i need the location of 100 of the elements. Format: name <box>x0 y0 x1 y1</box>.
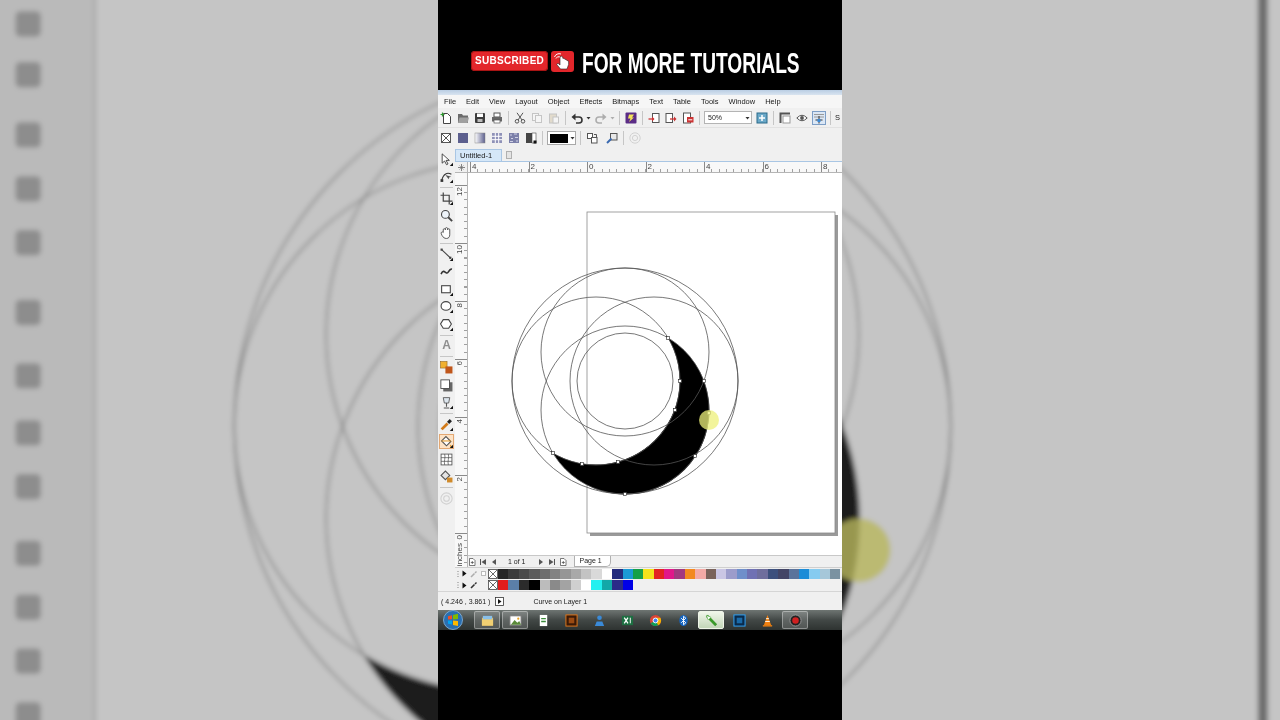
curve-node[interactable] <box>678 379 682 383</box>
color-swatch-icon[interactable] <box>664 568 675 579</box>
curve-node[interactable] <box>666 336 670 340</box>
color-swatch-icon[interactable] <box>591 580 602 591</box>
outer-circle[interactable] <box>511 267 739 495</box>
pointer-arrow-icon[interactable] <box>439 151 454 167</box>
grid-plus-icon[interactable] <box>812 110 826 125</box>
first-page-icon[interactable] <box>479 557 487 566</box>
color-swatch-icon[interactable] <box>632 568 644 579</box>
zoom-icon[interactable] <box>439 208 454 224</box>
mesh-grid-icon[interactable] <box>439 451 454 467</box>
last-page-icon[interactable] <box>547 557 556 566</box>
polygon-icon[interactable] <box>439 316 454 332</box>
add-page-icon[interactable] <box>468 557 476 566</box>
printer-icon[interactable] <box>490 110 504 125</box>
color-swatch-icon[interactable] <box>498 568 509 579</box>
curve-node[interactable] <box>580 462 584 466</box>
color-swatch-icon[interactable] <box>788 568 799 579</box>
square-pen-icon[interactable] <box>605 131 619 145</box>
color-swatch-icon[interactable] <box>612 568 623 579</box>
color-swatch-icon[interactable] <box>529 580 540 591</box>
crop-icon[interactable] <box>439 190 454 206</box>
color-swatch-icon[interactable] <box>778 568 789 579</box>
start-orb-icon[interactable] <box>443 610 463 630</box>
eyedropper-icon[interactable] <box>439 417 454 432</box>
color-swatch-icon[interactable] <box>695 568 706 579</box>
color-swatch-icon[interactable] <box>809 568 820 579</box>
color-swatch-icon[interactable] <box>757 568 768 579</box>
x-box-icon[interactable] <box>439 131 453 145</box>
eyedropper-icon[interactable] <box>470 581 478 590</box>
curve-node[interactable] <box>673 408 677 412</box>
color-swatch-icon[interactable] <box>622 568 633 579</box>
filled-square-icon[interactable] <box>456 131 470 145</box>
color-swatch-icon[interactable] <box>539 568 550 579</box>
color-swatch-icon[interactable] <box>570 568 581 579</box>
add-page-icon[interactable] <box>558 557 567 566</box>
color-swatch-icon[interactable] <box>529 568 540 579</box>
color-swatch-icon[interactable] <box>798 568 810 579</box>
color-swatch-icon[interactable] <box>747 568 758 579</box>
color-swatch-icon[interactable] <box>726 568 737 579</box>
color-swatch-icon[interactable] <box>736 568 747 579</box>
color-swatch-icon[interactable] <box>653 568 664 579</box>
color-swatch-icon[interactable] <box>518 568 530 579</box>
color-swatch-icon[interactable] <box>570 580 581 591</box>
curve-node[interactable] <box>616 460 620 464</box>
color-swatch-icon[interactable] <box>643 568 654 579</box>
grid-square-icon[interactable] <box>490 131 504 145</box>
pdf-export-icon[interactable] <box>681 110 695 125</box>
plus-square-icon[interactable] <box>755 110 769 125</box>
color-swatch-icon[interactable] <box>539 580 550 591</box>
curve-node[interactable] <box>702 379 706 383</box>
color-swatch-icon[interactable] <box>622 580 633 591</box>
color-swatch-icon[interactable] <box>830 568 841 579</box>
color-swatch-icon[interactable] <box>705 568 716 579</box>
paint-bucket-icon[interactable] <box>439 434 454 450</box>
color-swatch-icon[interactable] <box>560 580 571 591</box>
stacked-squares-icon[interactable] <box>439 360 454 376</box>
fill-color-dropdown[interactable] <box>547 131 576 145</box>
curve-node[interactable] <box>623 492 627 496</box>
two-squares-icon[interactable] <box>585 131 599 145</box>
color-swatch-icon[interactable] <box>508 568 519 579</box>
subscribed-badge[interactable]: SUBSCRIBED <box>471 51 549 71</box>
guide-circle[interactable] <box>569 296 739 466</box>
color-swatch-icon[interactable] <box>715 568 727 579</box>
color-swatch-icon[interactable] <box>601 580 613 591</box>
save-icon[interactable] <box>473 110 487 125</box>
curve-node[interactable] <box>551 451 555 455</box>
color-swatch-icon[interactable] <box>674 568 685 579</box>
ellipse-icon[interactable] <box>439 299 454 315</box>
color-swatch-icon[interactable] <box>819 568 830 579</box>
color-swatch-icon[interactable] <box>581 580 592 591</box>
color-swatch-icon[interactable] <box>498 580 509 591</box>
color-swatch-icon[interactable] <box>684 568 696 579</box>
color-swatch-icon[interactable] <box>549 568 561 579</box>
curve-node[interactable] <box>693 454 697 458</box>
ruler-origin-icon[interactable] <box>457 163 465 171</box>
arrow-box-icon[interactable] <box>495 596 505 606</box>
half-square-icon[interactable] <box>524 131 538 145</box>
fill-bucket-icon[interactable] <box>439 468 454 484</box>
color-swatch-icon[interactable] <box>767 568 779 579</box>
shadow-square-icon[interactable] <box>439 377 454 393</box>
color-swatch-icon[interactable] <box>560 568 571 579</box>
next-page-icon[interactable] <box>536 557 545 566</box>
no-color-icon[interactable] <box>488 568 498 579</box>
no-color-icon[interactable] <box>488 580 498 591</box>
gradient-square-icon[interactable] <box>473 131 487 145</box>
scissors-icon[interactable] <box>513 110 527 125</box>
export-icon[interactable] <box>664 110 678 125</box>
guide-circle[interactable] <box>540 267 710 437</box>
inner-circle[interactable] <box>576 332 674 430</box>
color-swatch-icon[interactable] <box>581 568 592 579</box>
color-swatch-icon[interactable] <box>601 568 613 579</box>
lightning-tile-icon[interactable] <box>624 110 638 125</box>
guide-circle[interactable] <box>511 296 681 466</box>
color-swatch-icon[interactable] <box>591 568 602 579</box>
color-swatch-icon[interactable] <box>612 580 623 591</box>
ruler-corner-icon[interactable] <box>778 110 792 125</box>
previous-page-icon[interactable] <box>490 557 498 566</box>
import-icon[interactable] <box>647 110 661 125</box>
new-document-icon[interactable] <box>439 110 453 125</box>
